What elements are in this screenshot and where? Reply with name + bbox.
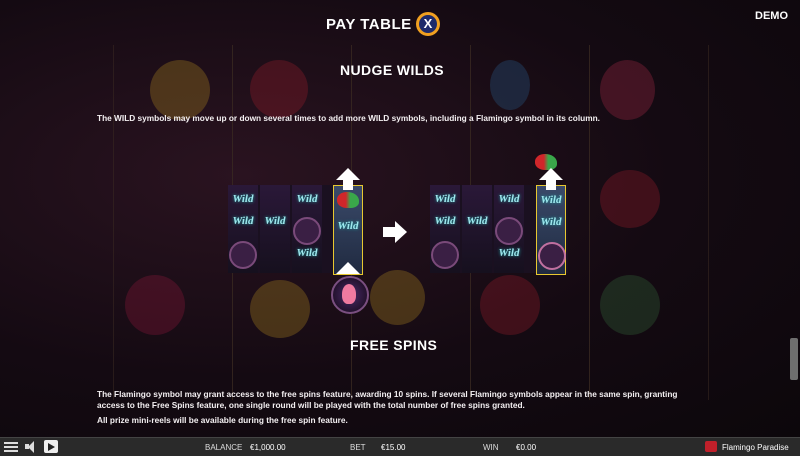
wild-symbol: Wild xyxy=(498,247,520,259)
flamingo-coin xyxy=(331,276,369,314)
flamingo-coin xyxy=(495,217,523,245)
arrow-up-icon xyxy=(539,168,563,180)
close-icon: X xyxy=(419,15,437,33)
fruit-decoration xyxy=(490,60,530,110)
arrow-up-icon-stem xyxy=(343,180,353,190)
flamingo-coin xyxy=(293,217,321,245)
logo-icon xyxy=(705,441,717,452)
menu-icon[interactable] xyxy=(4,440,18,453)
wild-symbol: Wild xyxy=(434,193,456,205)
parrot-icon xyxy=(337,192,359,208)
fruit-decoration xyxy=(250,280,310,338)
wild-symbol: Wild xyxy=(540,194,562,206)
wild-symbol: Wild xyxy=(296,247,318,259)
close-button[interactable]: X xyxy=(416,12,440,36)
highlighted-reel: Wild Wild xyxy=(536,185,566,275)
free-spins-paragraph: The Flamingo symbol may grant access to … xyxy=(97,389,678,410)
play-icon[interactable] xyxy=(44,440,58,453)
arrow-up-icon xyxy=(336,262,360,274)
game-name: Flamingo Paradise xyxy=(722,443,789,452)
demo-badge: DEMO xyxy=(755,10,788,22)
fruit-decoration xyxy=(150,60,210,120)
bet-value: €15.00 xyxy=(381,443,406,452)
balance-value: €1,000.00 xyxy=(250,443,286,452)
free-spins-note: All prize mini-reels will be available d… xyxy=(97,415,348,425)
fruit-decoration xyxy=(480,275,540,335)
balance-label: BALANCE xyxy=(205,443,243,452)
page-title: PAY TABLE xyxy=(326,16,412,33)
scrollbar-thumb[interactable] xyxy=(790,338,798,380)
wild-symbol: Wild xyxy=(498,193,520,205)
wild-symbol: Wild xyxy=(264,215,286,227)
bet-label: BET xyxy=(350,443,366,452)
bottom-bar: BALANCE €1,000.00 BET €15.00 WIN €0.00 F… xyxy=(0,437,800,456)
wild-symbol: Wild xyxy=(232,193,254,205)
fruit-decoration xyxy=(250,60,308,118)
fruit-decoration xyxy=(370,270,425,325)
wild-symbol: Wild xyxy=(540,216,562,228)
fruit-decoration xyxy=(125,275,185,335)
wild-symbol: Wild xyxy=(296,193,318,205)
flamingo-coin xyxy=(229,241,257,269)
wild-symbol: Wild xyxy=(337,220,359,232)
free-spins-title: FREE SPINS xyxy=(350,337,438,353)
nudge-wilds-description: The WILD symbols may move up or down sev… xyxy=(97,113,600,123)
sound-icon[interactable] xyxy=(24,440,38,453)
fruit-decoration xyxy=(600,170,660,228)
arrow-right-icon xyxy=(395,221,407,243)
header: PAY TABLE X xyxy=(0,12,800,40)
win-label: WIN xyxy=(483,443,499,452)
win-value: €0.00 xyxy=(516,443,537,452)
nudge-wilds-title: NUDGE WILDS xyxy=(340,62,444,78)
arrow-up-icon xyxy=(336,168,360,180)
wild-symbol: Wild xyxy=(466,215,488,227)
wild-symbol: Wild xyxy=(232,215,254,227)
mini-reel: Wild xyxy=(462,185,492,273)
mini-reel: Wild Wild xyxy=(228,185,258,273)
flamingo-coin xyxy=(538,242,566,270)
wild-symbol: Wild xyxy=(434,215,456,227)
flamingo-icon xyxy=(342,284,356,304)
mini-reel: Wild Wild xyxy=(430,185,460,273)
mini-reel: Wild Wild xyxy=(494,185,524,273)
arrow-up-icon-stem xyxy=(546,180,556,190)
fruit-decoration xyxy=(600,60,655,120)
flamingo-coin xyxy=(431,241,459,269)
arrow-right-icon-stem xyxy=(383,227,395,237)
mini-reel: Wild Wild xyxy=(292,185,322,273)
mini-reel: Wild xyxy=(260,185,290,273)
fruit-decoration xyxy=(600,275,660,335)
